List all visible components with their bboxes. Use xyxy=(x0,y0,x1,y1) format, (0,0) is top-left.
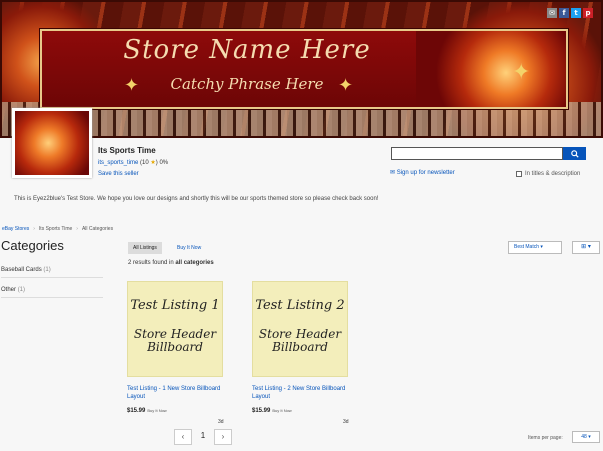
chevron-right-icon: › xyxy=(76,226,78,232)
breadcrumb-ebay-stores[interactable]: eBay Stores xyxy=(2,226,29,232)
search-icon xyxy=(570,149,579,158)
next-page-button[interactable]: › xyxy=(214,429,232,445)
store-name-heading: Store Name Here xyxy=(123,35,371,65)
newsletter-link[interactable]: ✉ Sign up for newsletter xyxy=(390,169,455,176)
store-logo[interactable] xyxy=(12,108,92,178)
facebook-icon[interactable]: f xyxy=(559,8,569,18)
page-number[interactable]: 1 xyxy=(194,429,212,445)
items-per-page-select[interactable]: 48 ▾ xyxy=(572,431,600,443)
feedback-percent: 0% xyxy=(159,160,169,166)
listing-price: $15.99 Buy It Now xyxy=(127,408,167,414)
social-share-bar: ✉ f t p xyxy=(547,8,593,18)
tab-buy-it-now[interactable]: Buy It Now xyxy=(172,242,206,254)
listing-title-link[interactable]: Test Listing - 1 New Store Billboard Lay… xyxy=(127,385,227,401)
prev-page-button[interactable]: ‹ xyxy=(174,429,192,445)
twitter-icon[interactable]: t xyxy=(571,8,581,18)
listing-image[interactable]: Test Listing 2 Store Header Billboard xyxy=(252,281,348,377)
butterfly-icon: ✦ xyxy=(124,75,140,95)
email-icon[interactable]: ✉ xyxy=(547,8,557,18)
feedback-count: (10 ★) xyxy=(140,160,158,166)
newsletter-icon: ✉ xyxy=(390,170,396,176)
time-left: 3d xyxy=(218,419,224,425)
tab-all-listings[interactable]: All Listings xyxy=(128,242,162,254)
seller-info: its_sports_time (10 ★) 0% xyxy=(98,159,168,166)
sidebar-item-other[interactable]: Other (1) xyxy=(1,287,103,298)
banner-panel: Store Name Here Catchy Phrase Here ✦ ✦ ✦ xyxy=(40,29,568,109)
results-count: 2 results found in all categories xyxy=(128,260,214,266)
titles-desc-checkbox[interactable] xyxy=(516,171,522,177)
breadcrumb-current: All Categories xyxy=(81,226,114,232)
pinterest-icon[interactable]: p xyxy=(583,8,593,18)
save-seller-link[interactable]: Save this seller xyxy=(98,171,139,177)
breadcrumb: eBay Stores › Its Sports Time › All Cate… xyxy=(2,226,113,232)
search-button[interactable] xyxy=(563,147,586,160)
store-search-input[interactable] xyxy=(391,147,563,160)
sidebar-item-baseball-cards[interactable]: Baseball Cards (1) xyxy=(1,267,103,278)
store-description: This is Eyez2blue's Test Store. We hope … xyxy=(14,196,379,202)
store-title: Its Sports Time xyxy=(98,146,156,155)
listing-title-link[interactable]: Test Listing - 2 New Store Billboard Lay… xyxy=(252,385,352,401)
items-per-page-label: Items per page: xyxy=(528,435,563,441)
sort-dropdown[interactable]: Best Match ▾ xyxy=(508,241,562,254)
butterfly-icon: ✦ xyxy=(512,59,531,84)
listing-image[interactable]: Test Listing 1 Store Header Billboard xyxy=(127,281,223,377)
categories-heading: Categories xyxy=(1,238,64,253)
titles-desc-option[interactable]: In titles & description xyxy=(516,171,580,177)
chevron-right-icon: › xyxy=(33,226,35,232)
time-left: 3d xyxy=(343,419,349,425)
view-toggle[interactable]: ⊞ ▾ xyxy=(572,241,600,254)
catchy-phrase: Catchy Phrase Here xyxy=(170,75,324,93)
seller-username-link[interactable]: its_sports_time xyxy=(98,160,138,166)
breadcrumb-store[interactable]: Its Sports Time xyxy=(39,226,72,232)
listing-price: $15.99 Buy It Now xyxy=(252,408,292,414)
butterfly-icon: ✦ xyxy=(338,75,354,95)
